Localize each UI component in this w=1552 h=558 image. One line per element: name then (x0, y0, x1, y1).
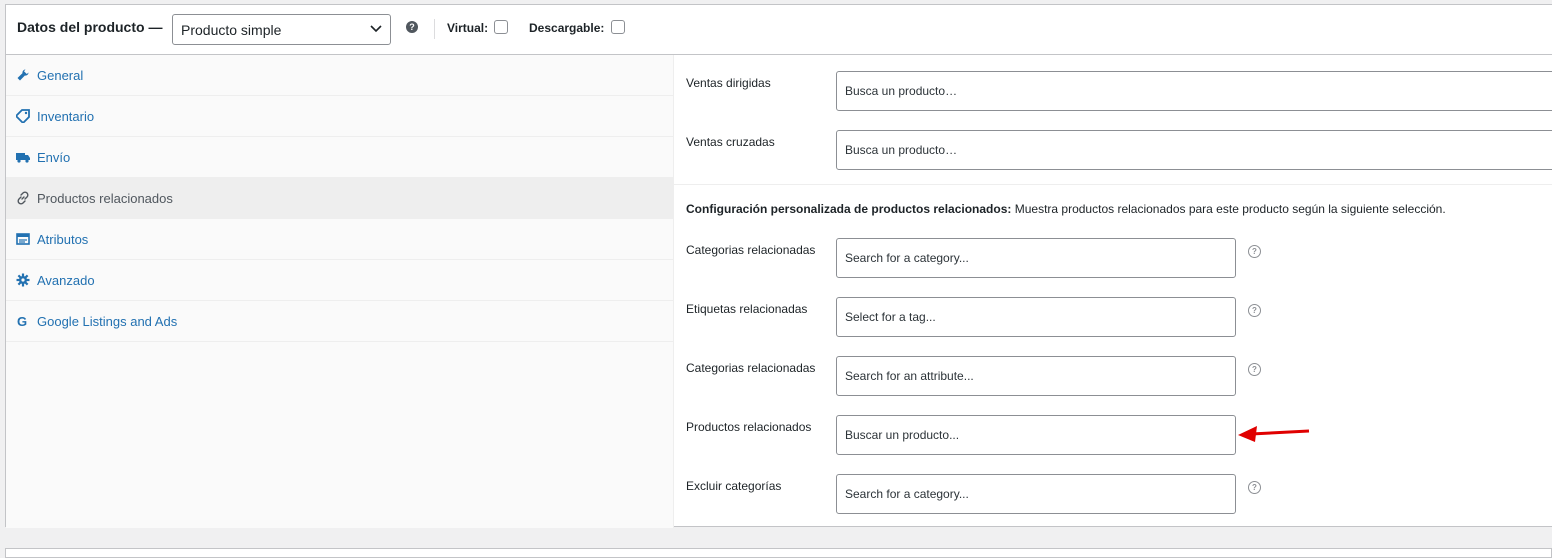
crosssells-label: Ventas cruzadas (686, 135, 775, 149)
exclude-categories-label: Excluir categorías (686, 479, 782, 493)
tab-linked-products-label: Productos relacionados (37, 191, 173, 206)
tab-inventory[interactable]: Inventario (6, 96, 673, 137)
tab-advanced-label: Avanzado (37, 273, 95, 288)
related-attributes-input[interactable]: Search for an attribute... (836, 356, 1236, 396)
help-icon[interactable]: ? (1248, 481, 1261, 494)
upsells-search-input[interactable]: Busca un producto… (836, 71, 1552, 111)
tab-google-listings-label: Google Listings and Ads (37, 314, 178, 329)
custom-config-heading: Configuración personalizada de productos… (686, 202, 1446, 216)
tab-shipping-label: Envío (37, 150, 71, 165)
related-tags-label: Etiquetas relacionadas (686, 302, 808, 316)
related-tags-placeholder: Select for a tag... (845, 310, 936, 324)
help-icon[interactable]: ? (1248, 245, 1261, 258)
wrench-icon (17, 69, 29, 81)
related-tags-input[interactable]: Select for a tag... (836, 297, 1236, 337)
question-circle-icon[interactable]: ? (406, 21, 418, 33)
custom-config-description: Muestra productos relacionados para este… (1014, 202, 1446, 216)
tab-shipping[interactable]: Envío (6, 137, 673, 178)
related-categories-input[interactable]: Search for a category... (836, 238, 1236, 278)
upsells-placeholder: Busca un producto… (845, 84, 958, 98)
truck-icon (16, 153, 30, 163)
svg-text:G: G (17, 314, 27, 328)
related-products-placeholder: Buscar un producto... (845, 428, 960, 442)
tab-linked-products[interactable]: Productos relacionados (6, 178, 673, 219)
related-products-input[interactable]: Buscar un producto... (836, 415, 1236, 455)
downloadable-label: Descargable: (529, 21, 605, 35)
tab-general-label: General (37, 68, 84, 83)
exclude-categories-placeholder: Search for a category... (845, 487, 969, 501)
tab-attributes[interactable]: Atributos (6, 219, 673, 260)
tag-icon (16, 109, 30, 123)
related-categories-placeholder: Search for a category... (845, 251, 969, 265)
table-icon (16, 233, 30, 245)
linked-products-panel: Ventas dirigidas Busca un producto… Vent… (674, 55, 1552, 528)
product-data-panel: Datos del producto — Producto simple ? V… (5, 4, 1552, 528)
section-divider (674, 184, 1552, 185)
product-data-tabs: General Inventario Envío Productos relac… (6, 55, 674, 528)
tab-advanced[interactable]: Avanzado (6, 260, 673, 301)
custom-config-title: Configuración personalizada de productos… (686, 202, 1012, 216)
exclude-categories-input[interactable]: Search for a category... (836, 474, 1236, 514)
tab-google-listings[interactable]: G Google Listings and Ads (6, 301, 673, 342)
upsells-label: Ventas dirigidas (686, 76, 771, 90)
product-type-select[interactable]: Producto simple (172, 14, 391, 45)
tab-attributes-label: Atributos (37, 232, 89, 247)
link-icon (17, 191, 29, 205)
product-data-title: Datos del producto — (17, 19, 163, 35)
help-icon[interactable]: ? (1248, 304, 1261, 317)
virtual-label: Virtual: (447, 21, 489, 35)
crosssells-placeholder: Busca un producto… (845, 143, 958, 157)
product-type-value: Producto simple (181, 22, 282, 38)
tab-general[interactable]: General (6, 55, 673, 96)
chevron-down-icon (370, 25, 382, 33)
related-attributes-label: Categorias relacionadas (686, 361, 816, 375)
downloadable-checkbox[interactable] (611, 20, 625, 34)
related-attributes-placeholder: Search for an attribute... (845, 369, 974, 383)
header-divider (434, 19, 435, 39)
gear-icon (16, 273, 30, 287)
next-metabox-edge (5, 548, 1552, 558)
product-data-header: Datos del producto — Producto simple ? V… (6, 5, 1552, 55)
google-icon: G (17, 314, 27, 328)
crosssells-search-input[interactable]: Busca un producto… (836, 130, 1552, 170)
red-arrow-icon (1238, 426, 1310, 442)
virtual-checkbox[interactable] (494, 20, 508, 34)
related-categories-label: Categorias relacionadas (686, 243, 816, 257)
help-icon[interactable]: ? (1248, 363, 1261, 376)
related-products-label: Productos relacionados (686, 420, 812, 434)
tab-inventory-label: Inventario (37, 109, 95, 124)
